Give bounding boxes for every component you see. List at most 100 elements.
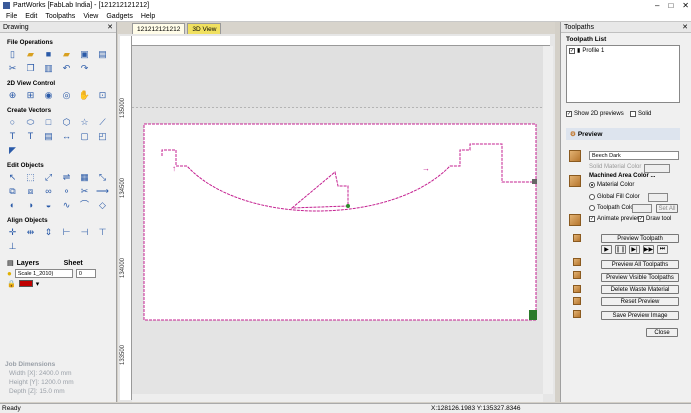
outer-profile-rect[interactable] <box>143 123 537 321</box>
vertical-scrollbar[interactable] <box>543 46 553 394</box>
open-file-icon[interactable]: ▰ <box>25 49 36 60</box>
menu-file[interactable]: File <box>6 13 17 20</box>
array-icon[interactable]: ▦ <box>79 172 90 183</box>
draw-tool-option[interactable]: ✓ Draw tool <box>638 216 671 222</box>
select-icon[interactable]: ↖ <box>7 172 18 183</box>
toolpath-color-radio[interactable] <box>589 205 595 211</box>
preview-visible-toolpaths-button[interactable]: Preview Visible Toolpaths <box>601 273 679 282</box>
menu-view[interactable]: View <box>83 13 98 20</box>
import-bitmap-icon[interactable]: ▣ <box>79 49 90 60</box>
tab-2d-drawing[interactable]: 121212121212 <box>132 23 186 34</box>
align-center-icon[interactable]: ✛ <box>7 227 18 238</box>
sheet-select[interactable]: 0 <box>75 269 96 278</box>
text-icon[interactable]: T <box>7 131 18 142</box>
rectangle-icon[interactable]: □ <box>43 117 54 128</box>
skip-end-button[interactable]: ▶▶ <box>643 245 654 254</box>
material-color-radio[interactable] <box>589 182 595 188</box>
align-top-icon[interactable]: ⊤ <box>97 227 108 238</box>
trim-icon[interactable]: ✂ <box>79 186 90 197</box>
dimension-icon[interactable]: ↔ <box>61 131 72 142</box>
preview-toolpath-button[interactable]: Preview Toolpath <box>601 234 679 243</box>
mirror-icon[interactable]: ⇌ <box>61 172 72 183</box>
bulb-icon[interactable]: ● <box>7 269 12 278</box>
toolpath-item-profile-1[interactable]: ✓ ▮ Profile 1 <box>569 47 604 54</box>
menu-help[interactable]: Help <box>141 13 155 20</box>
layer-color-swatch[interactable] <box>18 280 33 287</box>
delete-waste-material-button[interactable]: Delete Waste Material <box>601 285 679 294</box>
boolean-icon[interactable]: ◒ <box>43 200 54 211</box>
show-2d-previews-checkbox[interactable]: ✓ <box>566 111 572 117</box>
star-icon[interactable]: ☆ <box>79 117 90 128</box>
step-button[interactable]: ▶| <box>629 245 640 254</box>
new-file-icon[interactable]: ▯ <box>7 49 18 60</box>
weld-icon[interactable]: ⚬ <box>61 186 72 197</box>
zoom-out-icon[interactable]: ◎ <box>61 90 72 101</box>
toolpath-checkbox[interactable]: ✓ <box>569 47 575 54</box>
layer-menu-icon[interactable]: ▾ <box>36 280 40 288</box>
scale-icon[interactable]: ⤡ <box>97 172 108 183</box>
solid-color-select[interactable] <box>644 164 670 173</box>
minimize-button[interactable]: – <box>655 1 659 10</box>
layer-select[interactable]: Scale 1_2010) <box>14 269 73 278</box>
pause-button[interactable]: ❚❚ <box>615 245 626 254</box>
toolpath-color-select[interactable] <box>632 204 652 213</box>
pin-icon[interactable]: ✕ <box>682 23 688 31</box>
paste-icon[interactable]: ▥ <box>43 63 54 74</box>
save-icon[interactable]: ■ <box>43 49 54 60</box>
close-panel-icon[interactable]: ✕ <box>107 23 113 31</box>
start-point-marker[interactable] <box>532 179 537 184</box>
align-left-icon[interactable]: ⊢ <box>61 227 72 238</box>
ungroup-icon[interactable]: ⧈ <box>25 186 36 197</box>
curve-fit-icon[interactable]: ∿ <box>61 200 72 211</box>
copy-icon[interactable]: ❐ <box>25 63 36 74</box>
draw-tool-checkbox[interactable]: ✓ <box>638 216 644 222</box>
horizontal-scrollbar[interactable] <box>132 394 543 402</box>
subtract-icon[interactable]: ◐ <box>7 200 18 211</box>
undo-icon[interactable]: ↶ <box>61 63 72 74</box>
pan-icon[interactable]: ✋ <box>79 90 90 101</box>
cut-icon[interactable]: ✂ <box>7 63 18 74</box>
toolpath-color-option[interactable]: Toolpath Color <box>589 205 636 211</box>
align-bottom-icon[interactable]: ⊥ <box>7 241 18 252</box>
solid-checkbox[interactable] <box>630 111 636 117</box>
intersect-icon[interactable]: ◑ <box>25 200 36 211</box>
close-button[interactable]: Close <box>646 328 678 337</box>
menu-edit[interactable]: Edit <box>25 13 37 20</box>
redo-icon[interactable]: ↷ <box>79 63 90 74</box>
align-horizontal-icon[interactable]: ⇹ <box>25 227 36 238</box>
circle-icon[interactable]: ○ <box>7 117 18 128</box>
fast-forward-button[interactable]: ⏭ <box>657 245 668 254</box>
animate-preview-option[interactable]: ✓ Animate preview <box>589 216 641 222</box>
maximize-button[interactable]: □ <box>668 1 673 10</box>
import-icon[interactable]: ▰ <box>61 49 72 60</box>
bend-icon[interactable]: ⌒ <box>79 200 90 211</box>
drawing-vectors[interactable]: ↑ → <box>132 46 543 394</box>
fillet-icon[interactable]: ◰ <box>97 131 108 142</box>
text-frame-icon[interactable]: ▤ <box>43 131 54 142</box>
menu-gadgets[interactable]: Gadgets <box>106 13 132 20</box>
zoom-box-icon[interactable]: ⊞ <box>25 90 36 101</box>
menu-toolpaths[interactable]: Toolpaths <box>45 13 75 20</box>
group-icon[interactable]: ⧉ <box>7 186 18 197</box>
ellipse-icon[interactable]: ⬭ <box>25 117 36 128</box>
align-right-icon[interactable]: ⊣ <box>79 227 90 238</box>
offset-icon[interactable]: ▢ <box>79 131 90 142</box>
node-marker[interactable] <box>346 204 350 208</box>
distort-icon[interactable]: ◇ <box>97 200 108 211</box>
animate-preview-checkbox[interactable]: ✓ <box>589 216 595 222</box>
solid-option[interactable]: Solid <box>630 111 651 117</box>
lock-icon[interactable]: 🔒 <box>7 280 16 288</box>
extend-icon[interactable]: ⟶ <box>96 186 109 197</box>
job-setup-icon[interactable]: ▤ <box>97 49 108 60</box>
global-fill-radio[interactable] <box>589 194 595 200</box>
trace-bitmap-icon[interactable]: ◤ <box>7 145 18 156</box>
show-2d-previews-option[interactable]: ✓ Show 2D previews <box>566 111 624 117</box>
reset-preview-button[interactable]: Reset Preview <box>601 297 679 306</box>
material-color-option[interactable]: Material Color <box>589 182 634 188</box>
node-edit-icon[interactable]: ⬚ <box>25 172 36 183</box>
preview-all-toolpaths-button[interactable]: Preview All Toolpaths <box>601 260 679 269</box>
text-on-curve-icon[interactable]: T <box>25 131 36 142</box>
polygon-icon[interactable]: ⬡ <box>61 117 72 128</box>
join-icon[interactable]: ∞ <box>43 186 54 197</box>
close-window-button[interactable]: ✕ <box>682 1 689 10</box>
